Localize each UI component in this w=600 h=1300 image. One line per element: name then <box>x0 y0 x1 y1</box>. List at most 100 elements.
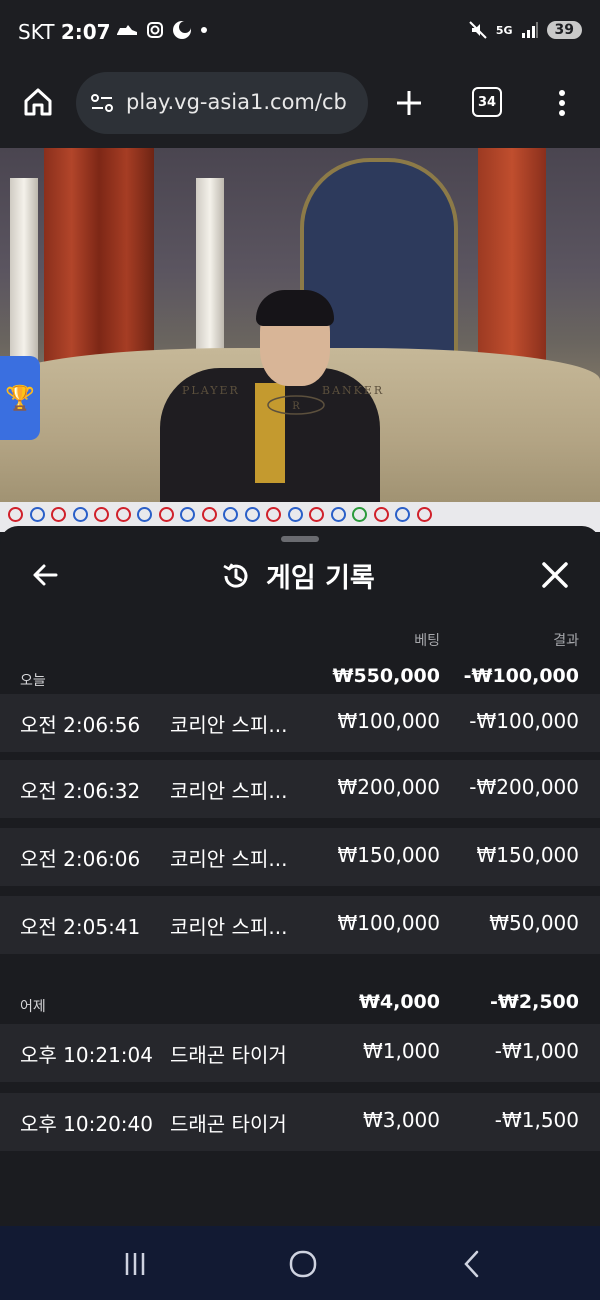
arrow-back-icon[interactable] <box>30 560 60 590</box>
bead-road-marker <box>137 507 152 522</box>
column-header-result: 결과 <box>553 633 579 649</box>
network-label: 5G <box>495 23 513 37</box>
row-bet: ₩100,000 <box>337 911 440 935</box>
bead-road-marker <box>244 507 260 522</box>
signal-icon <box>521 22 538 38</box>
row-time: 오전 2:06:06 <box>20 847 141 871</box>
table-row[interactable]: 오전 2:06:32 코리안 스피... ₩200,000 -₩200,000 <box>0 760 600 818</box>
bead-road-marker <box>352 507 367 522</box>
drag-handle[interactable] <box>281 536 319 542</box>
bead-road-marker <box>115 507 131 522</box>
home-icon[interactable] <box>22 86 54 118</box>
recents-icon <box>125 1253 145 1275</box>
svg-text:R: R <box>292 401 300 412</box>
panel-header: 게임 기록 <box>220 556 375 595</box>
system-nav-bar <box>0 1226 600 1300</box>
trophy-button[interactable]: 🏆 <box>0 356 40 440</box>
table-row[interactable]: 오전 2:05:41 코리안 스피... ₩100,000 ₩50,000 <box>0 896 600 954</box>
row-time: 오전 2:06:56 <box>20 713 141 737</box>
trophy-icon: 🏆 <box>5 384 35 412</box>
bead-road-marker <box>330 507 346 522</box>
bead-road-marker <box>395 507 410 522</box>
instagram-icon <box>147 22 163 38</box>
status-time: SKT 2:07 <box>18 20 111 44</box>
bead-road-marker <box>416 507 432 522</box>
row-time: 오전 2:06:32 <box>20 779 141 803</box>
row-result: ₩50,000 <box>489 911 579 935</box>
tab-switcher-button[interactable]: 34 <box>472 87 502 117</box>
row-bet: ₩100,000 <box>337 709 440 733</box>
back-nav-button[interactable] <box>452 1246 492 1282</box>
more-vert-icon[interactable] <box>552 88 572 118</box>
browser-toolbar: play.vg-asia1.com/cb 34 <box>0 66 600 148</box>
bead-road-marker <box>309 507 324 522</box>
bead-road-marker <box>8 507 23 522</box>
row-result: -₩200,000 <box>469 775 579 799</box>
bead-road-marker <box>223 507 238 522</box>
table-row[interactable]: 오후 10:20:40 드래곤 타이거 ₩3,000 -₩1,500 <box>0 1093 600 1151</box>
shoe-icon <box>117 25 137 35</box>
row-result: -₩100,000 <box>469 709 579 733</box>
group-total-result: -₩2,500 <box>490 991 579 1013</box>
row-bet: ₩200,000 <box>337 775 440 799</box>
row-time: 오전 2:05:41 <box>20 915 141 939</box>
group-label-today: 오늘 <box>20 673 46 689</box>
dealer-hair <box>256 290 334 326</box>
site-info-icon[interactable] <box>90 93 114 113</box>
crest-icon: R <box>267 395 325 415</box>
close-icon[interactable] <box>540 560 570 590</box>
row-result: ₩150,000 <box>476 843 579 867</box>
circle-home-icon <box>289 1250 317 1278</box>
column-header-bet: 베팅 <box>414 633 440 649</box>
system-icons: 5G 39 <box>468 20 582 40</box>
row-game: 코리안 스피... <box>170 779 288 803</box>
mute-icon <box>469 21 487 39</box>
history-icon <box>223 562 248 588</box>
home-nav-button[interactable] <box>283 1246 323 1282</box>
bead-road-marker <box>180 507 195 522</box>
row-game: 드래곤 타이거 <box>170 1112 287 1136</box>
banker-label: BANKER <box>322 384 385 397</box>
bead-road-marker <box>373 507 389 522</box>
bead-road-marker <box>94 507 109 522</box>
bead-road-marker <box>51 507 66 522</box>
plus-icon[interactable] <box>394 88 424 118</box>
chevron-left-icon <box>464 1250 479 1278</box>
carrier-label: SKT <box>18 20 55 44</box>
table-row[interactable]: 오전 2:06:06 코리안 스피... ₩150,000 ₩150,000 <box>0 828 600 886</box>
bead-road-marker <box>72 507 88 522</box>
row-bet: ₩3,000 <box>362 1108 440 1132</box>
table-row[interactable]: 오후 10:21:04 드래곤 타이거 ₩1,000 -₩1,000 <box>0 1024 600 1082</box>
url-text[interactable]: play.vg-asia1.com/cb <box>126 90 347 114</box>
battery-level: 39 <box>546 21 582 39</box>
group-total-result: -₩100,000 <box>463 665 579 687</box>
bead-road-marker <box>287 507 303 522</box>
row-game: 코리안 스피... <box>170 847 288 871</box>
table-row[interactable]: 오전 2:06:56 코리안 스피... ₩100,000 -₩100,000 <box>0 694 600 752</box>
bead-road-marker <box>266 507 281 522</box>
player-label: PLAYER <box>182 384 240 397</box>
row-result: -₩1,500 <box>494 1108 579 1132</box>
row-time: 오후 10:20:40 <box>20 1112 153 1136</box>
row-time: 오후 10:21:04 <box>20 1043 153 1067</box>
bead-road-marker <box>158 507 174 522</box>
dot-icon <box>201 27 207 33</box>
row-bet: ₩1,000 <box>362 1039 440 1063</box>
clock: 2:07 <box>60 20 111 44</box>
game-history-panel: 게임 기록 베팅 결과 오늘 ₩550,000 -₩100,000 오전 2:0… <box>0 526 600 1226</box>
live-dealer-video: PLAYER BANKER R <box>0 148 600 502</box>
address-bar[interactable]: play.vg-asia1.com/cb <box>76 72 368 134</box>
group-total-bet: ₩4,000 <box>358 991 440 1013</box>
row-game: 드래곤 타이거 <box>170 1043 287 1067</box>
row-game: 코리안 스피... <box>170 713 288 737</box>
status-bar: SKT 2:07 5G 39 <box>0 0 600 66</box>
row-result: -₩1,000 <box>494 1039 579 1063</box>
bead-road-marker <box>29 507 45 522</box>
row-bet: ₩150,000 <box>337 843 440 867</box>
moon-icon <box>173 21 191 39</box>
row-game: 코리안 스피... <box>170 915 288 939</box>
panel-title: 게임 기록 <box>266 563 375 594</box>
group-label-yesterday: 어제 <box>20 999 46 1015</box>
recent-apps-button[interactable] <box>115 1246 155 1282</box>
group-total-bet: ₩550,000 <box>332 665 441 687</box>
